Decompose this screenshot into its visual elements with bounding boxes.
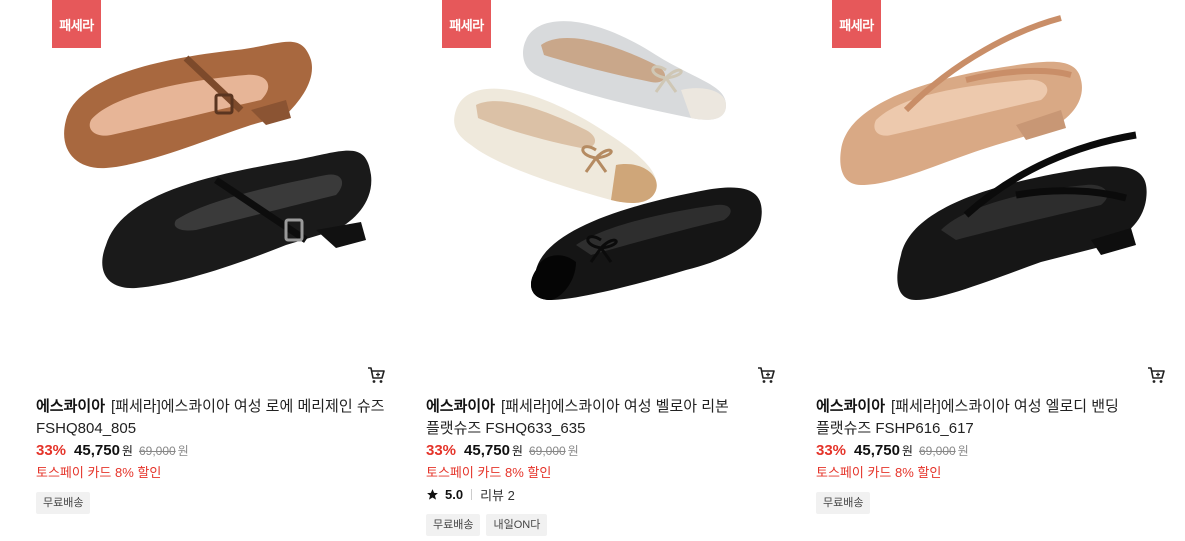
shoe-illustration [64,41,372,289]
original-price: 69,000 [528,444,566,458]
discount-rate: 33% [816,442,847,459]
shoe-illustration [840,15,1147,300]
original-price: 69,000 [918,444,956,458]
price-line: 33% 45,750 원 69,000 원 [36,442,189,462]
price-unit: 원 [901,444,913,458]
tag-free-shipping: 무료배송 [816,492,871,514]
brand-badge: 패세라 [52,0,101,48]
tag-next-day: 내일ON다 [486,514,548,536]
price-line: 33% 45,750 원 69,000 원 [426,442,579,462]
product-title[interactable]: 에스콰이아 [패세라]에스콰이아 여성 벨로아 리본 플랫슈즈 FSHQ633_6… [426,396,778,440]
product-card[interactable]: 패세라 에스콰이아 [패세라]에스콰이아 여성 로에 메리제인 슈즈 FSHQ80… [36,0,388,541]
product-image[interactable]: 패세라 [816,0,1168,352]
sale-price: 45,750 [464,442,510,459]
original-price-unit: 원 [957,444,969,458]
sale-price: 45,750 [854,442,900,459]
shoe-illustration [454,21,762,300]
product-title[interactable]: 에스콰이아 [패세라]에스콰이아 여성 로에 메리제인 슈즈 FSHQ804_80… [36,396,388,440]
brand-name: 에스콰이아 [816,398,886,415]
discount-rate: 33% [426,442,457,459]
price-unit: 원 [511,444,523,458]
product-card[interactable]: 패세라 에스콰이아 [패세라]에스콰이아 여성 엘로디 밴딩 플랫슈즈 FSHP6… [816,0,1168,541]
cart-icon[interactable] [757,366,775,384]
promo-text: 토스페이 카드 8% 할인 [426,465,552,480]
divider [471,489,473,500]
cart-icon[interactable] [1147,366,1165,384]
brand-badge: 패세라 [832,0,881,48]
sale-price: 45,750 [74,442,120,459]
brand-name: 에스콰이아 [426,398,496,415]
tag-free-shipping: 무료배송 [36,492,91,514]
rating-row: 5.0 리뷰 2 [426,485,515,504]
promo-text: 토스페이 카드 8% 할인 [36,465,162,480]
tag-list: 무료배송 [816,492,871,514]
price-line: 33% 45,750 원 69,000 원 [816,442,969,462]
original-price-unit: 원 [177,444,189,458]
tag-list: 무료배송 내일ON다 [426,514,548,536]
tag-list: 무료배송 [36,492,91,514]
tag-free-shipping: 무료배송 [426,514,481,536]
original-price: 69,000 [138,444,176,458]
brand-name: 에스콰이아 [36,398,106,415]
product-image[interactable]: 패세라 [36,0,388,352]
rating-score: 5.0 [445,487,464,502]
product-grid: 패세라 에스콰이아 [패세라]에스콰이아 여성 로에 메리제인 슈즈 FSHQ80… [0,0,1185,541]
star-icon [427,489,438,500]
cart-icon[interactable] [367,366,385,384]
discount-rate: 33% [36,442,67,459]
product-title[interactable]: 에스콰이아 [패세라]에스콰이아 여성 엘로디 밴딩 플랫슈즈 FSHP616_6… [816,396,1168,440]
price-unit: 원 [121,444,133,458]
brand-badge: 패세라 [442,0,491,48]
original-price-unit: 원 [567,444,579,458]
review-count[interactable]: 리뷰 2 [480,485,515,504]
product-card[interactable]: 패세라 에스콰이아 [패세라]에스콰이아 여성 벨로아 리본 플랫슈즈 FSHQ6… [426,0,778,541]
promo-text: 토스페이 카드 8% 할인 [816,465,942,480]
product-image[interactable]: 패세라 [426,0,778,352]
